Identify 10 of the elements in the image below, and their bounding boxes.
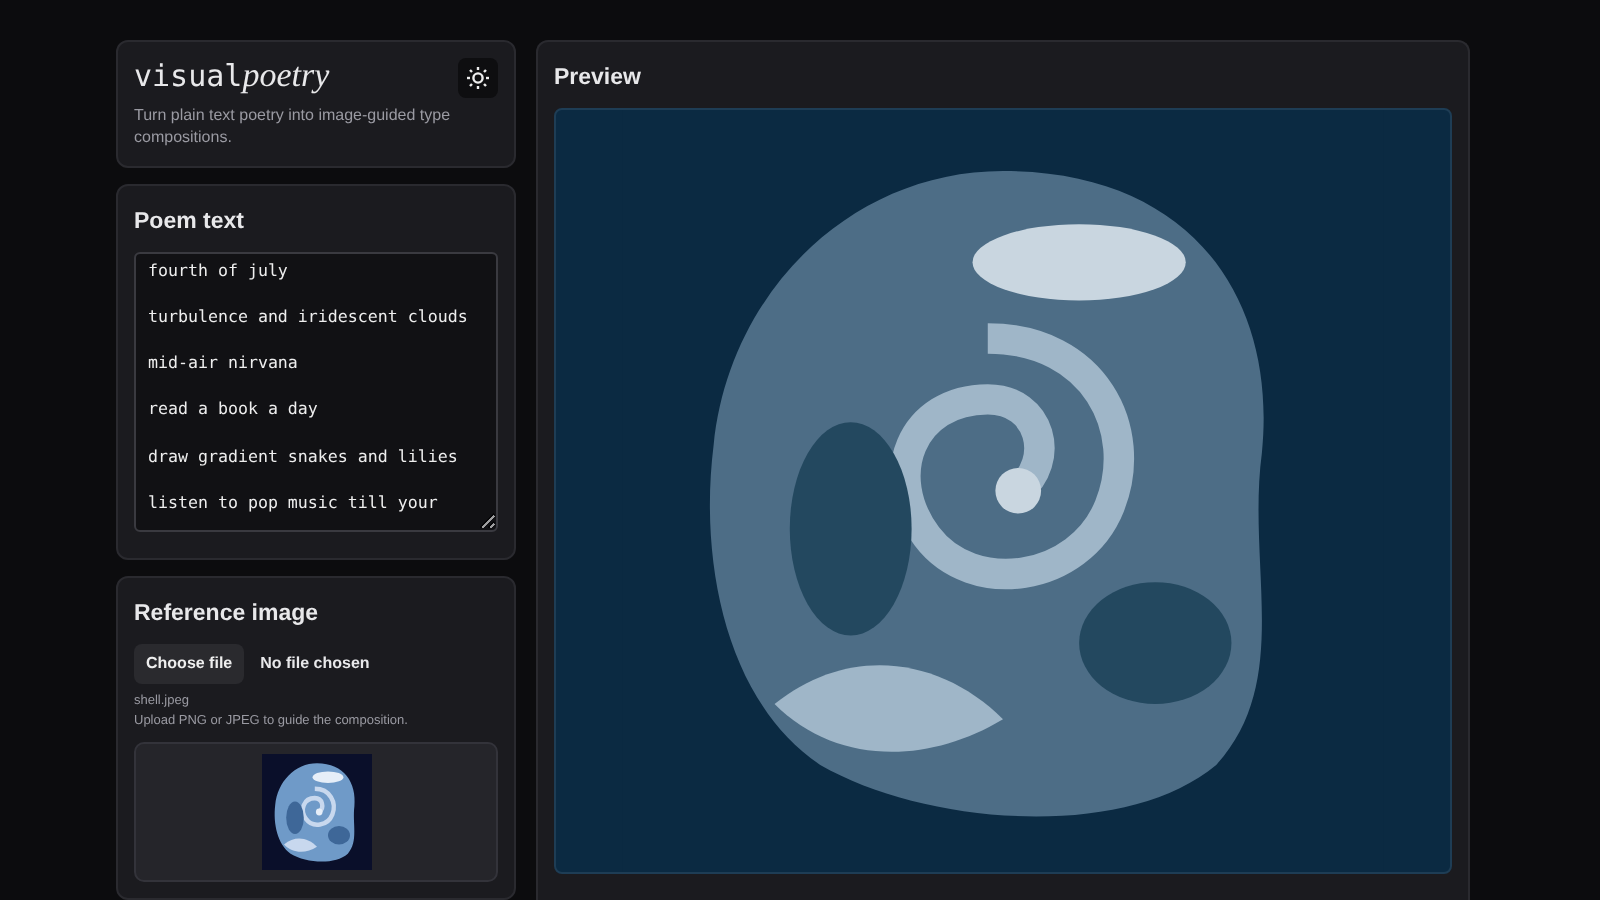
tagline: Turn plain text poetry into image-guided type compositions.	[134, 106, 453, 150]
app-title: visualpoetry	[134, 58, 330, 96]
theme-toggle-button[interactable]	[458, 58, 498, 98]
file-status: No file chosen	[260, 652, 370, 677]
section-heading: Reference image	[134, 599, 321, 630]
section-heading: Poem text	[134, 207, 246, 238]
choose-file-button[interactable]: Choose file	[134, 644, 245, 685]
poem-text-field[interactable]: fourth of july turbulence and iridescent clouds mid-air nirvana read a book a day draw gradient snakes and lilies listen to pop music till your	[134, 251, 498, 532]
section-heading: Preview	[554, 64, 643, 94]
sun-icon	[466, 66, 490, 90]
